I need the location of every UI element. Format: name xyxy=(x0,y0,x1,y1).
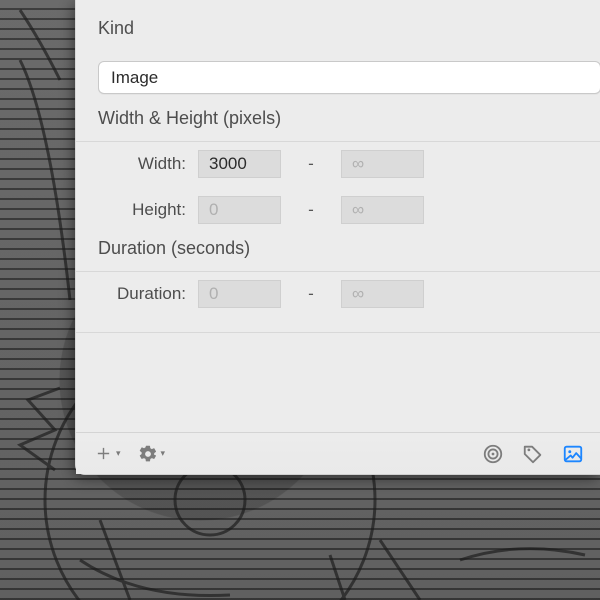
dimensions-section-label: Width & Height (pixels) xyxy=(98,108,600,129)
action-menu-button[interactable]: ▾ xyxy=(135,441,166,467)
kind-value: Image xyxy=(111,68,158,88)
width-label: Width: xyxy=(98,154,198,174)
divider xyxy=(76,271,600,272)
duration-label: Duration: xyxy=(98,284,198,304)
range-separator: - xyxy=(281,200,341,220)
kind-select[interactable]: Image xyxy=(98,61,600,94)
chevron-down-icon: ▾ xyxy=(161,448,166,459)
duration-row: Duration: 0 - ∞ xyxy=(98,276,600,312)
tag-icon[interactable] xyxy=(520,441,546,467)
height-min-input[interactable]: 0 xyxy=(198,196,281,224)
width-max-input[interactable]: ∞ xyxy=(341,150,424,178)
height-row: Height: 0 - ∞ xyxy=(98,192,600,228)
panel-toolbar: ▾ ▾ xyxy=(76,432,600,474)
width-min-input[interactable]: 3000 xyxy=(198,150,281,178)
height-label: Height: xyxy=(98,200,198,220)
divider xyxy=(76,332,600,333)
plus-icon xyxy=(90,441,116,467)
kind-label: Kind xyxy=(98,18,600,39)
width-row: Width: 3000 - ∞ xyxy=(98,146,600,182)
add-menu-button[interactable]: ▾ xyxy=(90,441,121,467)
gear-icon xyxy=(135,441,161,467)
target-icon[interactable] xyxy=(480,441,506,467)
duration-min-input[interactable]: 0 xyxy=(198,280,281,308)
range-separator: - xyxy=(281,284,341,304)
panel-content: Kind Image Width & Height (pixels) Width… xyxy=(76,0,600,432)
divider xyxy=(76,141,600,142)
inspector-panel: Kind Image Width & Height (pixels) Width… xyxy=(75,0,600,475)
height-max-input[interactable]: ∞ xyxy=(341,196,424,224)
duration-max-input[interactable]: ∞ xyxy=(341,280,424,308)
chevron-down-icon: ▾ xyxy=(116,448,121,459)
duration-section-label: Duration (seconds) xyxy=(98,238,600,259)
image-icon[interactable] xyxy=(560,441,586,467)
range-separator: - xyxy=(281,154,341,174)
